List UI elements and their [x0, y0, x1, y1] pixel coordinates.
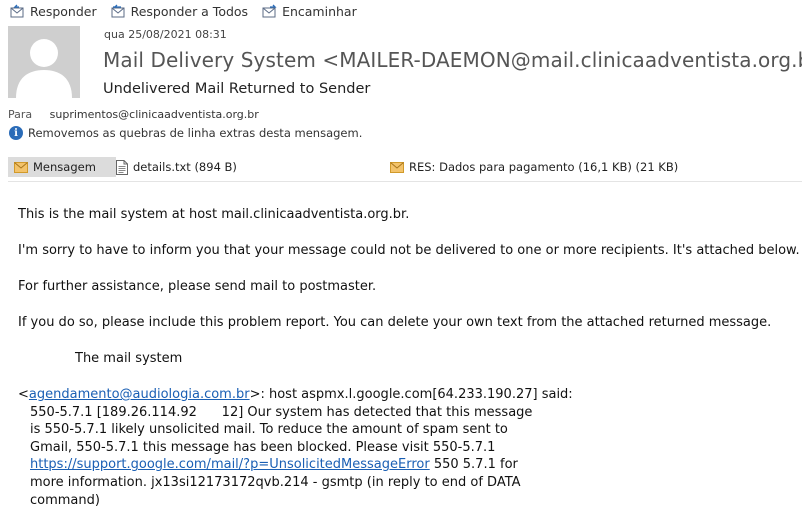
bounce-line: is 550-5.7.1 likely unsolicited mail. To…	[30, 422, 508, 438]
message-subject: Undelivered Mail Returned to Sender	[103, 81, 371, 97]
body-paragraph: This is the mail system at host mail.cli…	[18, 207, 410, 222]
envelope-icon	[14, 161, 28, 173]
bounce-line: more information. jx13si12173172qvb.214 …	[30, 474, 521, 490]
forward-button[interactable]: Encaminhar	[262, 4, 357, 19]
bounce-line: 550-5.7.1 [189.26.114.92 12] Our system …	[30, 404, 533, 420]
info-icon: i	[9, 126, 23, 140]
attachment-details[interactable]: details.txt (894 B)	[116, 157, 237, 177]
reply-all-button[interactable]: Responder a Todos	[111, 4, 248, 19]
bounce-line: command)	[30, 492, 100, 508]
to-label: Para	[8, 108, 33, 121]
body-paragraph: For further assistance, please send mail…	[18, 279, 377, 294]
bounce-line-with-link: https://support.google.com/mail/?p=Unsol…	[18, 456, 792, 474]
forward-label: Encaminhar	[282, 3, 357, 19]
recipient-row: Para suprimentos@clinicaadventista.org.b…	[8, 108, 259, 121]
reply-all-label: Responder a Todos	[130, 3, 249, 19]
attachment-message-label: Mensagem	[33, 160, 96, 174]
reply-all-icon	[111, 4, 125, 18]
info-text: Removemos as quebras de linha extras des…	[28, 126, 363, 140]
bounce-open: <	[18, 387, 29, 402]
bounce-report: <agendamento@audiologia.com.br>: host as…	[18, 386, 792, 509]
person-silhouette-icon	[8, 26, 80, 98]
reply-button[interactable]: Responder	[10, 4, 97, 19]
attachment-details-label: details.txt (894 B)	[133, 160, 237, 174]
forward-icon	[262, 4, 277, 18]
info-bar[interactable]: i Removemos as quebras de linha extras d…	[9, 126, 362, 140]
text-file-icon	[116, 159, 128, 175]
attachment-message-tab[interactable]: Mensagem	[8, 157, 116, 177]
bounce-line-rest: 550 5.7.1 for	[429, 457, 518, 473]
attachment-bar: Mensagem details.txt (894 B) RES: Dados …	[8, 155, 802, 182]
message-date: qua 25/08/2021 08:31	[104, 28, 227, 41]
reply-label: Responder	[30, 3, 97, 19]
bounce-header-rest: >: host aspmx.l.google.com[64.233.190.27…	[249, 387, 573, 402]
body-paragraph: If you do so, please include this proble…	[18, 315, 772, 330]
bounce-line: Gmail, 550-5.7.1 this message has been b…	[30, 439, 496, 455]
body-paragraph: I'm sorry to have to inform you that you…	[18, 243, 800, 258]
recipient-address[interactable]: suprimentos@clinicaadventista.org.br	[50, 108, 259, 121]
body-signature: The mail system	[75, 351, 183, 366]
support-link[interactable]: https://support.google.com/mail/?p=Unsol…	[30, 457, 430, 472]
reply-icon	[10, 4, 24, 18]
bounce-recipient-link[interactable]: agendamento@audiologia.com.br	[29, 387, 250, 402]
attachment-reply-label: RES: Dados para pagamento (16,1 KB) (21 …	[409, 160, 679, 174]
message-body: This is the mail system at host mail.cli…	[18, 206, 800, 509]
attachment-reply-message[interactable]: RES: Dados para pagamento (16,1 KB) (21 …	[390, 157, 678, 177]
message-toolbar: Responder Responder a Todos Encaminhar	[0, 0, 361, 22]
envelope-icon	[390, 161, 404, 173]
avatar	[8, 26, 80, 98]
sender-name[interactable]: Mail Delivery System <MAILER-DAEMON@mail…	[103, 48, 802, 72]
